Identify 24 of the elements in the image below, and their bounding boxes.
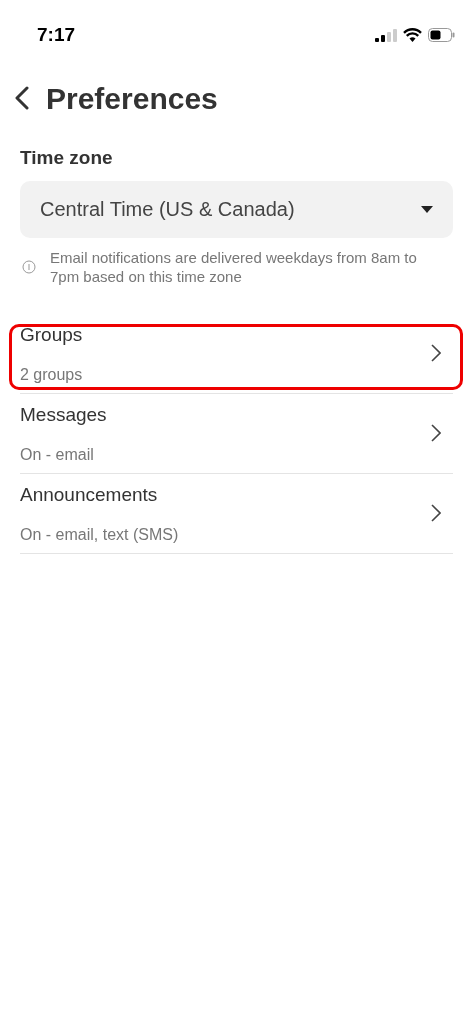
settings-row[interactable]: Announcements On - email, text (SMS) (20, 473, 453, 554)
row-subtitle: On - email (20, 444, 95, 465)
info-note: Email notifications are delivered weekdays from 8am to 7pm based on this time zone (50, 247, 418, 286)
back-icon (14, 86, 30, 110)
row-subtitle: On - email, text (SMS) (20, 524, 179, 545)
signal-icon (375, 28, 397, 42)
status-time: 7:17 (37, 22, 76, 47)
row-subtitle: 2 groups (20, 364, 83, 385)
settings-row[interactable]: Messages On - email (20, 393, 453, 474)
chevron-right-icon (431, 504, 441, 522)
row-title: Messages (20, 403, 107, 428)
time-zone-dropdown[interactable]: Central Time (US & Canada) (20, 180, 453, 238)
row-title: Announcements (20, 483, 159, 508)
back-button[interactable] (14, 86, 30, 110)
battery-icon (428, 28, 455, 42)
settings-row[interactable]: Groups 2 groups (20, 313, 453, 394)
chevron-right-icon (431, 344, 441, 362)
info-icon (22, 259, 36, 274)
chevron-right-icon (431, 424, 441, 442)
dropdown-caret-icon (421, 205, 433, 213)
field-label: Time zone (20, 146, 114, 170)
wifi-icon (403, 28, 422, 42)
row-title: Groups (20, 323, 83, 348)
page-title: Preferences (46, 80, 218, 117)
